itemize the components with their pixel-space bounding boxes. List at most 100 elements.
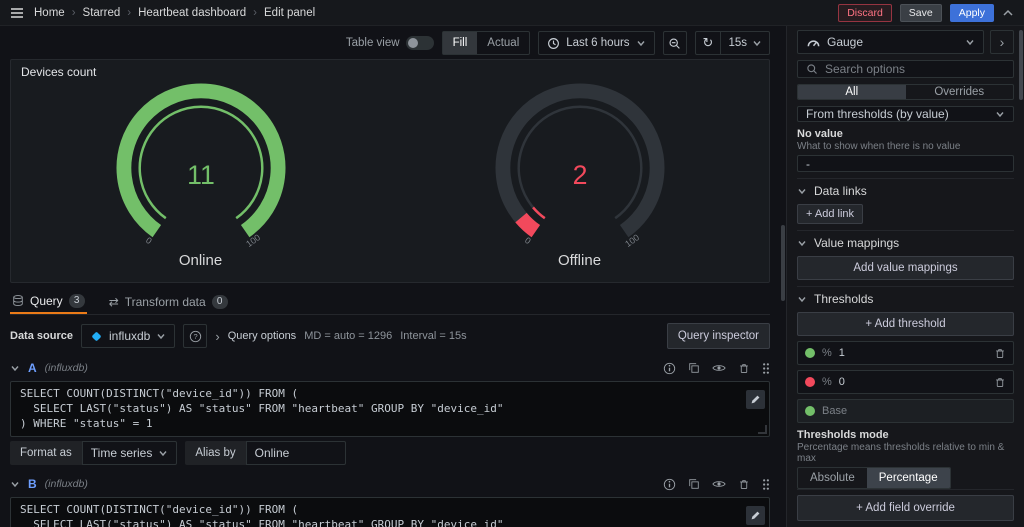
format-as-field: Format as Time series — [10, 441, 178, 465]
eye-icon[interactable] — [712, 363, 726, 373]
discard-button[interactable]: Discard — [838, 3, 892, 22]
query-ref-id[interactable]: A — [28, 361, 37, 375]
pencil-icon — [751, 511, 760, 520]
fill-option[interactable]: Fill — [442, 32, 478, 54]
chevron-down-icon — [158, 449, 168, 457]
hamburger-menu-icon[interactable] — [10, 7, 24, 19]
database-icon — [13, 295, 23, 306]
query-sql-editor[interactable]: SELECT COUNT(DISTINCT("device_id")) FROM… — [10, 381, 770, 437]
field-override-section: + Add field override — [797, 489, 1014, 521]
data-links-header[interactable]: Data links — [797, 184, 1014, 198]
duplicate-icon[interactable] — [688, 478, 700, 490]
datasource-picker[interactable]: influxdb — [80, 324, 176, 348]
threshold-color-dot[interactable] — [805, 406, 815, 416]
clock-icon — [547, 37, 560, 50]
trash-icon — [996, 377, 1004, 387]
query-inspector-button[interactable]: Query inspector — [666, 323, 770, 349]
threshold-value-input[interactable]: 1 — [839, 347, 845, 359]
add-field-override-button[interactable]: + Add field override — [797, 495, 1014, 521]
edit-query-button[interactable] — [746, 390, 765, 409]
panel-type-picker[interactable]: Gauge — [797, 30, 984, 54]
chevron-up-icon[interactable] — [1002, 9, 1014, 17]
table-view-toggle[interactable] — [405, 36, 434, 50]
alias-by-label: Alias by — [185, 441, 246, 465]
add-threshold-button[interactable]: + Add threshold — [797, 312, 1014, 336]
gauge-max-label: 100 — [244, 232, 262, 249]
tab-overrides[interactable]: Overrides — [906, 85, 1014, 98]
actual-option[interactable]: Actual — [477, 32, 529, 54]
query-count-badge: 3 — [68, 293, 85, 308]
threshold-color-dot[interactable] — [805, 377, 815, 387]
datasource-value: influxdb — [108, 329, 151, 343]
drag-handle-icon[interactable] — [762, 362, 770, 375]
svg-text:?: ? — [193, 331, 197, 340]
query-options-toggle[interactable]: › Query options MD = auto = 1296 Interva… — [215, 329, 466, 344]
query-ref-id[interactable]: B — [28, 477, 37, 491]
datasource-help-button[interactable]: ? — [183, 324, 208, 348]
transform-icon: ⇄ — [108, 294, 119, 309]
tab-all[interactable]: All — [798, 85, 906, 99]
query-datasource: (influxdb) — [44, 478, 88, 490]
trash-icon[interactable] — [738, 362, 750, 375]
gauge-chart-offline: 0 100 2 — [495, 83, 664, 249]
eye-icon[interactable] — [712, 479, 726, 489]
breadcrumb-starred[interactable]: Starred — [83, 7, 121, 19]
threshold-base-row: Base — [797, 399, 1014, 423]
no-value-input[interactable]: - — [797, 155, 1014, 172]
main-pane: Table view Fill Actual Last 6 hours ↻ 15… — [0, 26, 780, 527]
fill-actual-segmented: Fill Actual — [441, 31, 531, 55]
thresholds-header[interactable]: Thresholds — [797, 292, 1014, 306]
content: Table view Fill Actual Last 6 hours ↻ 15… — [0, 26, 1024, 527]
refresh-interval-dropdown[interactable]: 15s — [721, 32, 769, 54]
thresholds-mode-label: Thresholds mode — [797, 429, 889, 441]
query-datasource: (influxdb) — [44, 362, 88, 374]
gauge-icon — [807, 40, 820, 47]
collapse-chevron-icon[interactable] — [10, 480, 20, 488]
breadcrumb-separator: › — [253, 6, 257, 19]
time-range-picker[interactable]: Last 6 hours — [538, 31, 655, 55]
duplicate-icon[interactable] — [688, 362, 700, 374]
percent-prefix: % — [822, 347, 832, 359]
info-icon[interactable] — [663, 362, 676, 375]
threshold-row: % 1 — [797, 341, 1014, 365]
search-icon — [807, 64, 817, 74]
tab-transform-label: Transform data — [124, 294, 206, 309]
delete-threshold-button[interactable] — [994, 376, 1006, 389]
drag-handle-icon[interactable] — [762, 478, 770, 491]
threshold-value-input[interactable]: 0 — [839, 376, 845, 388]
thresholds-title: Thresholds — [814, 292, 874, 306]
collapse-chevron-icon[interactable] — [10, 364, 20, 372]
refresh-interval-label: 15s — [728, 37, 747, 49]
search-placeholder: Search options — [825, 62, 906, 77]
trash-icon[interactable] — [738, 478, 750, 491]
breadcrumb-dashboard[interactable]: Heartbeat dashboard — [138, 7, 246, 19]
zoom-out-button[interactable] — [662, 31, 687, 55]
chevron-down-icon — [995, 110, 1005, 118]
format-as-select[interactable]: Time series — [81, 441, 178, 465]
apply-button[interactable]: Apply — [949, 3, 994, 22]
scrollbar-thumb[interactable] — [781, 225, 785, 301]
alias-by-input[interactable]: Online — [245, 441, 346, 465]
edit-query-button[interactable] — [746, 506, 765, 525]
tab-transform[interactable]: ⇄ Transform data 0 — [107, 289, 230, 314]
mode-absolute[interactable]: Absolute — [798, 468, 867, 488]
threshold-row: % 0 — [797, 370, 1014, 394]
add-link-button[interactable]: + Add link — [797, 204, 864, 224]
threshold-color-dot[interactable] — [805, 348, 815, 358]
breadcrumb-home[interactable]: Home — [34, 7, 65, 19]
options-search[interactable]: Search options — [797, 60, 1014, 79]
tab-query[interactable]: Query 3 — [10, 289, 87, 314]
color-scheme-select[interactable]: From thresholds (by value) — [797, 105, 1014, 123]
add-value-mappings-button[interactable]: Add value mappings — [797, 256, 1014, 280]
sidebar-scrollbar-thumb[interactable] — [1019, 30, 1023, 100]
save-button[interactable]: Save — [899, 3, 942, 22]
delete-threshold-button[interactable] — [994, 347, 1006, 360]
info-icon[interactable] — [663, 478, 676, 491]
refresh-button[interactable]: ↻ — [696, 32, 721, 54]
help-icon: ? — [189, 330, 202, 342]
collapse-pane-button[interactable]: › — [990, 30, 1014, 54]
mode-percentage[interactable]: Percentage — [866, 468, 950, 488]
value-mappings-header[interactable]: Value mappings — [797, 236, 1014, 250]
table-view-label: Table view — [345, 37, 400, 49]
query-sql-editor[interactable]: SELECT COUNT(DISTINCT("device_id")) FROM… — [10, 497, 770, 527]
